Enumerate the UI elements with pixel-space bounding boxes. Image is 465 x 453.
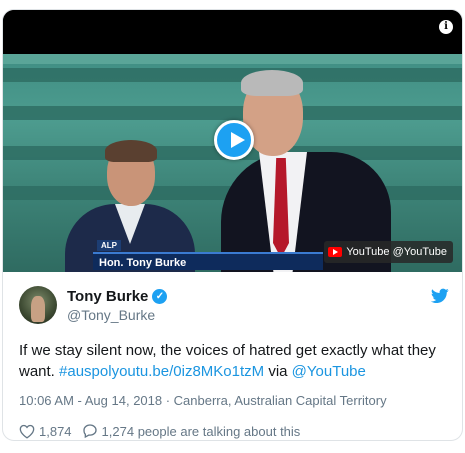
lower-third-name: Hon. Tony Burke	[93, 252, 323, 270]
tweet-author: Tony Burke ✓ @Tony_Burke	[19, 284, 449, 328]
talking-count: 1,274 people are talking about this	[101, 423, 301, 439]
verified-badge-icon: ✓	[152, 289, 168, 304]
author-handle[interactable]: @Tony_Burke	[67, 307, 155, 323]
chamber-bench	[3, 106, 462, 120]
tweet-location[interactable]: Canberra, Australian Capital Territory	[174, 393, 387, 408]
play-icon[interactable]	[214, 120, 254, 160]
info-icon[interactable]: i	[439, 20, 453, 34]
speech-bubble-icon	[82, 424, 97, 439]
talking-action[interactable]: 1,274 people are talking about this	[82, 423, 301, 439]
chamber-wall	[3, 54, 462, 64]
tweet-actions: 1,874 1,274 people are talking about thi…	[19, 421, 459, 440]
like-count: 1,874	[39, 423, 72, 439]
video-top-bar	[3, 10, 462, 54]
tweet-via-handle[interactable]: @YouTube	[292, 363, 366, 380]
author-name-row: Tony Burke ✓	[67, 288, 168, 305]
heart-icon	[19, 424, 35, 439]
like-action[interactable]: 1,874	[19, 424, 72, 439]
meta-separator: ·	[162, 393, 174, 408]
tweet-link[interactable]: #auspolyoutu.be/0iz8MKo1tzM	[59, 363, 264, 380]
tweet-meta: 10:06 AM - Aug 14, 2018 · Canberra, Aust…	[19, 393, 459, 408]
youtube-logo-icon	[328, 247, 343, 257]
avatar[interactable]	[19, 286, 57, 324]
embedded-tweet-card: ALP Hon. Tony Burke i YouTube @YouTube T…	[2, 9, 463, 441]
seated-person-hair	[105, 140, 157, 162]
speaker-hair	[241, 70, 303, 96]
lower-third-party: ALP	[97, 240, 121, 251]
chamber-bench	[3, 68, 462, 82]
tweet-text: If we stay silent now, the voices of hat…	[19, 340, 449, 382]
tweet-timestamp[interactable]: 10:06 AM - Aug 14, 2018	[19, 393, 162, 408]
video-player[interactable]: ALP Hon. Tony Burke i YouTube @YouTube	[3, 10, 462, 272]
twitter-bird-icon[interactable]	[431, 288, 449, 304]
tweet-via-text: via	[264, 363, 292, 380]
youtube-attribution[interactable]: YouTube @YouTube	[324, 241, 453, 263]
lower-third-caption: ALP Hon. Tony Burke	[93, 240, 333, 272]
author-display-name[interactable]: Tony Burke	[67, 288, 148, 305]
youtube-attribution-text: YouTube @YouTube	[346, 246, 447, 258]
